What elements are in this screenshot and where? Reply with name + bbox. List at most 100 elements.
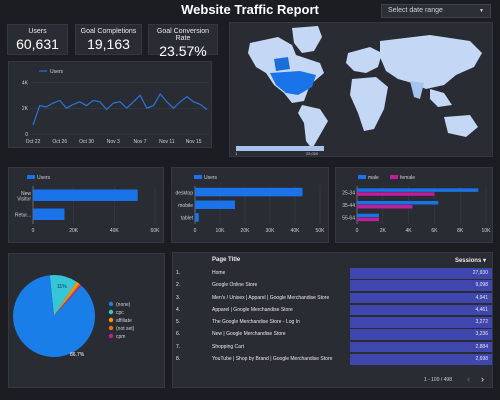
- kpi-label: Goal Conversion Rate: [156, 28, 210, 42]
- x-tick-label: Oct 30: [79, 139, 94, 145]
- row-number: 7.: [176, 343, 181, 350]
- bar: [357, 213, 379, 218]
- row-sessions: 4,941: [350, 292, 492, 304]
- x-tick-label: 20K: [69, 228, 79, 234]
- continents: [248, 26, 482, 149]
- bar: [357, 188, 479, 192]
- table-row[interactable]: 5. The Google Merchandise Store - Log In 3…: [173, 316, 492, 328]
- kpi-goal-conversion-rate: Goal Conversion Rate 23.57%: [148, 24, 218, 59]
- australia: [444, 115, 478, 137]
- date-range-select[interactable]: Select date range ▼: [381, 4, 491, 18]
- page-title: Website Traffic Report: [181, 2, 319, 17]
- table-row[interactable]: 6. New | Google Merchandise Store 3,236: [173, 328, 492, 340]
- kpi-value: 23.57%: [159, 43, 207, 59]
- x-tick-label: 10K: [216, 228, 226, 234]
- users-line-chart[interactable]: Users 0 2K 4K Oct 22 Oct 26 Oct 30 Nov 3 Nov 7 No…: [9, 62, 213, 149]
- pagination-label: 1 - 100 / 498: [423, 377, 452, 383]
- sessions-header[interactable]: Sessions ▾: [455, 257, 486, 264]
- next-page-icon[interactable]: ›: [481, 374, 484, 384]
- x-tick-label: Oct 26: [52, 139, 67, 145]
- bar: [357, 201, 439, 205]
- bar: [357, 205, 413, 209]
- table-row[interactable]: 8. YouTube | Shop by Brand | Google Merch…: [173, 353, 492, 365]
- category-label: 25-34: [342, 190, 355, 196]
- kpi-value: 60,631: [16, 36, 59, 52]
- row-page-title: Apparel | Google Merchandise Store: [212, 306, 293, 313]
- x-tick-label: Oct 22: [26, 139, 41, 145]
- row-sessions: 4,461: [350, 304, 492, 316]
- scale-min: 1: [235, 151, 238, 156]
- category-label: 55-64: [342, 216, 355, 222]
- legend-label: male: [368, 175, 379, 181]
- sort-desc-icon: ▾: [482, 258, 486, 264]
- y-tick-label: 0: [25, 132, 28, 138]
- age-gender-bar-chart[interactable]: 0 2K 4K 6K 8K 10K 25-34 35-44 55-64 male female: [336, 168, 494, 244]
- row-sessions: 9,098: [350, 280, 492, 291]
- x-tick-label: Nov 15: [186, 139, 202, 145]
- prev-page-icon[interactable]: ‹: [467, 374, 470, 384]
- row-number: 2.: [176, 282, 181, 289]
- x-tick-label: 40K: [110, 228, 120, 234]
- legend-label: Users: [204, 175, 218, 181]
- x-tick-label: 10K: [482, 228, 492, 234]
- device-bar-chart[interactable]: 0 10K 20K 30K 40K 50K desktop mobile tablet Users: [172, 168, 330, 244]
- canada-highlight: [274, 57, 290, 71]
- users-line-chart-card: Users 0 2K 4K Oct 22 Oct 26 Oct 30 Nov 3 Nov 7 No…: [8, 61, 212, 148]
- southeast-asia: [430, 89, 452, 107]
- x-tick-label: 50K: [316, 228, 326, 234]
- world-map[interactable]: 1 25,000: [230, 23, 494, 158]
- row-sessions: 3,272: [350, 317, 492, 328]
- asia: [380, 35, 482, 89]
- x-tick-label: 2K: [380, 228, 387, 234]
- table-header: Page Title Sessions ▾: [173, 253, 492, 267]
- row-sessions: 2,884: [350, 341, 492, 353]
- greenland: [292, 26, 322, 53]
- bar: [195, 200, 235, 209]
- row-page-title: Men's / Unisex | Apparel | Google Mercha…: [212, 294, 330, 301]
- table-row[interactable]: 1. Home 27,930: [173, 267, 492, 279]
- europe: [346, 47, 382, 73]
- bar: [357, 217, 379, 222]
- south-america: [298, 105, 328, 149]
- row-sessions: 27,930: [350, 268, 492, 279]
- legend-label: Users: [37, 175, 51, 181]
- category-label: mobile: [178, 203, 193, 209]
- legend-dot: [108, 333, 114, 339]
- row-page-title: New | Google Merchandise Store: [212, 331, 286, 338]
- legend-label: Users: [50, 69, 64, 75]
- y-tick-label: 2K: [22, 106, 29, 112]
- category-label: Retur...: [15, 213, 31, 219]
- category-label: tablet: [181, 216, 194, 222]
- scale-max: 25,000: [306, 151, 319, 156]
- top-pages-table: Page Title Sessions ▾ 1. Home 27,930 2. Goog…: [172, 252, 493, 388]
- table-row[interactable]: 4. Apparel | Google Merchandise Store 4,46…: [173, 304, 492, 316]
- legend-label: female: [400, 175, 415, 181]
- table-row[interactable]: 2. Google Online Store 9,098: [173, 279, 492, 291]
- row-number: 6.: [176, 331, 181, 338]
- bar: [357, 192, 435, 196]
- category-label: Visitor: [17, 196, 31, 202]
- page-title-header[interactable]: Page Title: [212, 257, 240, 263]
- x-tick-label: 60K: [151, 228, 161, 234]
- legend-swatch: [27, 175, 35, 179]
- x-tick-label: 4K: [406, 228, 413, 234]
- legend-dot: [108, 325, 114, 331]
- row-page-title: Shopping Cart: [212, 343, 244, 350]
- user-type-bar-chart[interactable]: 0 20K 40K 60KNewVisitorRetur...Users: [9, 168, 165, 244]
- row-number: 1.: [176, 270, 181, 276]
- x-tick-label: 0: [356, 228, 359, 234]
- table-row[interactable]: 3. Men's / Unisex | Apparel | Google Merc…: [173, 292, 492, 304]
- x-tick-label: 20K: [241, 228, 251, 234]
- legend-dot: [108, 317, 114, 323]
- row-sessions: 2,698: [350, 354, 492, 365]
- legend-swatch: [358, 175, 366, 179]
- legend-swatch: [194, 175, 202, 179]
- kpi-value: 19,163: [87, 36, 130, 52]
- kpi-goal-completions: Goal Completions 19,163: [75, 24, 142, 55]
- device-chart-card: 0 10K 20K 30K 40K 50K desktop mobile tablet Users: [171, 167, 329, 243]
- row-number: 5.: [176, 319, 181, 326]
- channel-pie-chart[interactable]: 11% 86.7% (none) cpc affiliate (not set) cpm: [9, 254, 166, 389]
- age-chart-card: 0 2K 4K 6K 8K 10K 25-34 35-44 55-64 male female: [335, 167, 493, 243]
- x-tick-label: 0: [32, 228, 35, 234]
- table-row[interactable]: 7. Shopping Cart 2,884: [173, 341, 492, 353]
